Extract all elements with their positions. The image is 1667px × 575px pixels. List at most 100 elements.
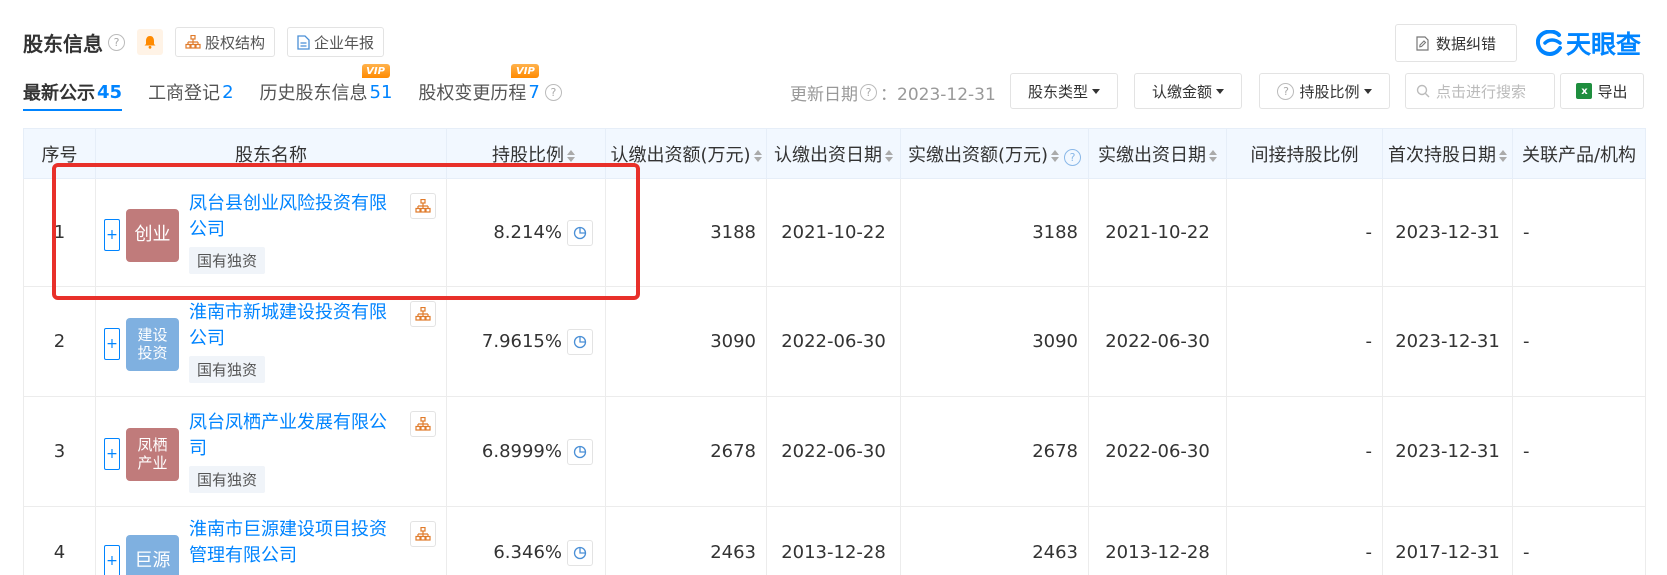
header-ratio[interactable]: 持股比例: [446, 128, 606, 179]
indirect-ratio: -: [1226, 506, 1383, 575]
export-label: 导出: [1597, 82, 1628, 101]
header-first-date[interactable]: 首次持股日期: [1382, 128, 1513, 179]
shareholder-cell: + 凤栖 产业 凤台凤栖产业发展有限公司国有独资: [95, 396, 447, 507]
logo-text: 天眼查: [1566, 30, 1642, 59]
paid-amount: 3188: [900, 178, 1089, 287]
document-icon: [297, 34, 310, 50]
holding-ratio-cell: 7.9615%: [446, 286, 606, 397]
org-chart-button[interactable]: [410, 193, 436, 219]
company-name-link[interactable]: 淮南市巨源建设项目投资管理有限公司: [189, 517, 389, 569]
sort-icon: [1209, 149, 1217, 162]
section-title: 股东信息: [23, 31, 103, 56]
logo-icon: [1536, 30, 1562, 56]
pie-chart-icon[interactable]: [567, 219, 593, 246]
company-name-link[interactable]: 淮南市新城建设投资有限公司: [189, 300, 389, 352]
company-name-link[interactable]: 凤台凤栖产业发展有限公司: [189, 410, 389, 462]
vip-badge: VIP: [511, 64, 540, 78]
bell-icon[interactable]: [137, 29, 163, 55]
section-header: 股东信息 ? 股权结构 企业年报: [23, 26, 385, 58]
paid-date: 2013-12-28: [1088, 506, 1227, 575]
annual-report-button[interactable]: 企业年报: [287, 27, 385, 57]
ownership-tag: 国有独资: [189, 247, 266, 274]
org-chart-button[interactable]: [410, 301, 436, 327]
dropdown-label: 认缴金额: [1151, 82, 1212, 101]
help-icon[interactable]: ?: [108, 33, 125, 51]
row-index: 4: [23, 506, 96, 575]
search-icon: [1416, 84, 1430, 98]
tab-label: 历史股东信息: [259, 83, 368, 104]
subscribed-amount-dropdown[interactable]: 认缴金额: [1134, 73, 1242, 109]
vip-badge: VIP: [361, 64, 390, 78]
help-icon[interactable]: ?: [860, 84, 877, 101]
export-button[interactable]: x 导出: [1560, 73, 1644, 109]
sort-icon: [1051, 149, 1060, 162]
paid-date: 2022-06-30: [1088, 396, 1227, 507]
table-header-row: 序号 股东名称 持股比例 认缴出资额(万元) 认缴出资日期 实缴出资额(万元)?…: [23, 128, 1646, 179]
header-subscribed-date[interactable]: 认缴出资日期: [766, 128, 901, 179]
row-index: 3: [23, 396, 96, 507]
expand-button[interactable]: +: [104, 545, 120, 575]
related-products: -: [1512, 506, 1646, 575]
table-row: 2 + 建设 投资 淮南市新城建设投资有限公司 国有独资 7.9615% 3090 2022-…: [23, 286, 1646, 397]
org-chart-icon: [415, 307, 431, 321]
sort-icon: [567, 149, 575, 162]
org-chart-icon: [415, 417, 431, 431]
table-row: 3 + 凤栖 产业 凤台凤栖产业发展有限公司 国有独资 6.8999% 2678 2022-0…: [23, 396, 1646, 507]
table-row: 1 + 创业 凤台县创业风险投资有限公司 国有独资 8.214% 3188 2021-10-2…: [23, 178, 1646, 287]
search-input[interactable]: 点击进行搜索: [1405, 73, 1555, 109]
tab-registration[interactable]: 工商登记 2: [148, 76, 233, 108]
holding-ratio-dropdown[interactable]: ? 持股比例: [1259, 73, 1390, 109]
related-products: -: [1512, 178, 1646, 287]
ownership-tag: 国有独资: [189, 466, 266, 493]
update-value: ：2023-12-31: [880, 85, 996, 105]
pie-chart-icon[interactable]: [567, 539, 593, 566]
report-error-label: 数据纠错: [1435, 34, 1496, 53]
sort-icon: [1499, 149, 1507, 162]
company-avatar: 凤栖 产业: [126, 428, 179, 481]
indirect-ratio: -: [1226, 286, 1383, 397]
row-index: 1: [23, 178, 96, 287]
report-error-button[interactable]: 数据纠错: [1395, 24, 1517, 62]
help-icon: ?: [1064, 148, 1082, 166]
tab-bar: 最新公示 45 工商登记 2 VIP 历史股东信息 51 VIP 股权变更历程 7 ?: [23, 64, 588, 111]
expand-button[interactable]: +: [104, 328, 120, 360]
paid-date: 2021-10-22: [1088, 178, 1227, 287]
tab-equity-changes[interactable]: VIP 股权变更历程 7 ?: [418, 64, 562, 108]
company-name-link[interactable]: 凤台县创业风险投资有限公司: [189, 191, 389, 243]
equity-structure-button[interactable]: 股权结构: [175, 27, 276, 57]
first-holding-date: 2023-12-31: [1382, 178, 1513, 287]
org-chart-icon: [415, 199, 431, 213]
pie-chart-icon[interactable]: [567, 438, 593, 465]
expand-button[interactable]: +: [104, 219, 120, 251]
tab-latest[interactable]: 最新公示 45: [23, 76, 123, 111]
subscribed-amount: 2463: [605, 506, 767, 575]
caret-down-icon: [1092, 88, 1100, 94]
org-chart-button[interactable]: [410, 521, 436, 547]
holding-ratio-cell: 6.8999%: [446, 396, 606, 507]
update-label: 更新日期: [790, 85, 858, 105]
sort-icon: [885, 149, 893, 162]
first-holding-date: 2023-12-31: [1382, 396, 1513, 507]
org-chart-icon: [415, 527, 431, 541]
caret-down-icon: [1363, 88, 1372, 94]
expand-button[interactable]: +: [104, 438, 120, 470]
company-avatar: 创业: [126, 209, 179, 262]
indirect-ratio: -: [1226, 178, 1383, 287]
header-paid-date[interactable]: 实缴出资日期: [1088, 128, 1227, 179]
company-avatar: 建设 投资: [126, 318, 179, 371]
equity-structure-label: 股权结构: [205, 33, 266, 52]
tab-history-shareholders[interactable]: VIP 历史股东信息 51: [259, 64, 392, 108]
shareholder-type-dropdown[interactable]: 股东类型: [1010, 73, 1118, 109]
tianyancha-logo[interactable]: 天眼查: [1536, 26, 1641, 60]
header-related: 关联产品/机构: [1512, 128, 1646, 179]
help-icon[interactable]: ?: [544, 83, 562, 101]
org-chart-button[interactable]: [410, 411, 436, 437]
subscribed-date: 2013-12-28: [766, 506, 901, 575]
subscribed-date: 2022-06-30: [766, 396, 901, 507]
pie-chart-icon[interactable]: [567, 328, 593, 355]
tab-count: 45: [97, 81, 123, 103]
header-subscribed[interactable]: 认缴出资额(万元): [605, 128, 767, 179]
dropdown-label: 股东类型: [1027, 82, 1088, 101]
paid-amount: 2463: [900, 506, 1089, 575]
header-paid[interactable]: 实缴出资额(万元)?: [900, 128, 1089, 179]
